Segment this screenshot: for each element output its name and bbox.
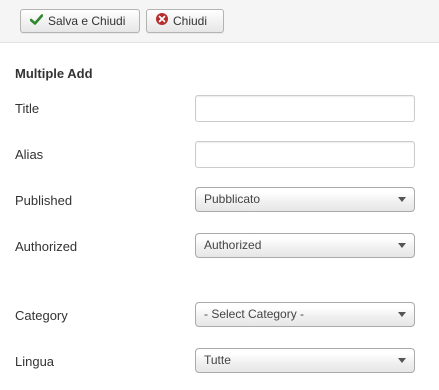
title-label: Title <box>15 101 40 116</box>
save-and-close-label: Salva e Chiudi <box>48 14 126 28</box>
chevron-down-icon <box>398 358 406 363</box>
close-button[interactable]: Chiudi <box>146 9 224 33</box>
chevron-down-icon <box>398 312 406 317</box>
toolbar: Salva e Chiudi Chiudi <box>0 0 439 43</box>
authorized-label: Authorized <box>15 239 78 254</box>
language-select[interactable]: Tutte <box>195 348 415 373</box>
language-selected-value: Tutte <box>204 353 231 367</box>
published-selected-value: Pubblicato <box>204 192 261 206</box>
authorized-select[interactable]: Authorized <box>195 233 415 258</box>
chevron-down-icon <box>398 243 406 248</box>
close-circle-icon <box>156 10 168 32</box>
language-label: Lingua <box>15 354 55 369</box>
checkmark-icon <box>29 10 44 32</box>
published-select[interactable]: Pubblicato <box>195 187 415 212</box>
form-heading: Multiple Add <box>15 66 93 81</box>
category-select[interactable]: - Select Category - <box>195 302 415 327</box>
category-label: Category <box>15 308 68 323</box>
chevron-down-icon <box>398 197 406 202</box>
published-label: Published <box>15 193 73 208</box>
authorized-selected-value: Authorized <box>204 238 262 252</box>
close-label: Chiudi <box>173 14 208 28</box>
category-selected-value: - Select Category - <box>204 307 305 321</box>
save-and-close-button[interactable]: Salva e Chiudi <box>20 9 140 33</box>
title-input[interactable] <box>195 95 415 122</box>
alias-label: Alias <box>15 147 44 162</box>
alias-input[interactable] <box>195 141 415 168</box>
